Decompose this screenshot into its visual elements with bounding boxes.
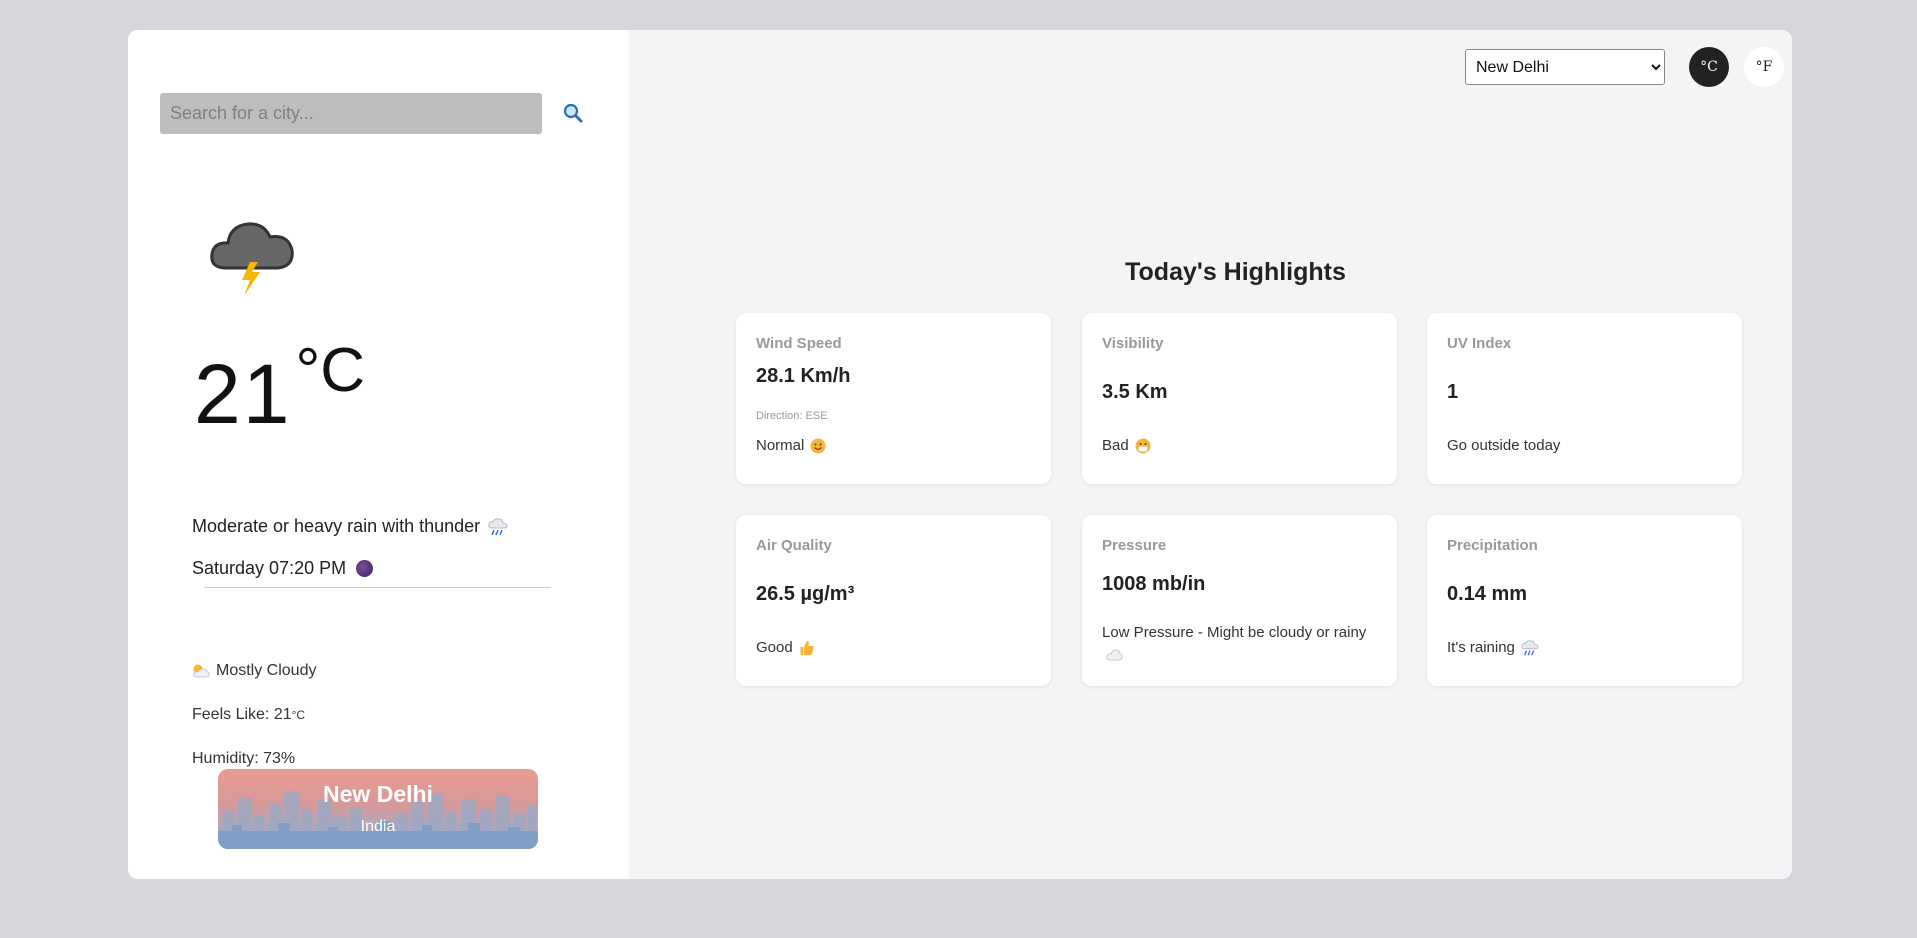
search-icon [563, 103, 583, 123]
date-time: Saturday 07:20 PM [192, 558, 374, 579]
city-select[interactable]: New Delhi [1465, 49, 1665, 85]
weather-condition: Moderate or heavy rain with thunder [192, 516, 508, 537]
card-status: Good [756, 637, 1026, 659]
card-label: Visibility [1102, 335, 1164, 352]
card-status: Go outside today [1447, 435, 1717, 457]
temperature-value: 21 [194, 347, 292, 441]
card-label: Precipitation [1447, 537, 1538, 554]
humidity-text: Humidity: 73% [192, 750, 296, 767]
highlights-panel: New Delhi °C °F Today's Highlights Wind … [629, 30, 1792, 879]
air-quality-card: Air Quality 26.5 µg/m³ Good [736, 515, 1051, 686]
sun-behind-cloud-icon [193, 664, 210, 678]
sky-condition: Mostly Cloudy [192, 662, 316, 680]
feels-like-unit: °C [291, 708, 306, 722]
current-weather-panel: 21 °C Moderate or heavy rain with thunde… [128, 30, 629, 879]
location-card: New Delhi India [218, 769, 538, 849]
card-value: 26.5 µg/m³ [756, 583, 855, 605]
feels-like-text: Feels Like: 21 [192, 706, 292, 723]
status-text: Bad [1102, 437, 1129, 454]
datetime-text: Saturday 07:20 PM [192, 558, 347, 578]
thunderstorm-cloud-icon [210, 222, 294, 296]
humidity: Humidity: 73% [192, 750, 295, 768]
weather-app: 21 °C Moderate or heavy rain with thunde… [128, 30, 1792, 879]
divider [204, 587, 551, 588]
smiling-face-icon [810, 438, 826, 454]
card-label: Air Quality [756, 537, 832, 554]
card-value: 28.1 Km/h [756, 365, 851, 387]
card-status: Bad [1102, 435, 1372, 457]
status-text: Low Pressure - Might be cloudy or rainy [1102, 624, 1367, 641]
rain-cloud-icon [1521, 640, 1539, 656]
wind-speed-card: Wind Speed 28.1 Km/h Direction: ESE Norm… [736, 313, 1051, 484]
uv-index-card: UV Index 1 Go outside today [1427, 313, 1742, 484]
status-text: Go outside today [1447, 437, 1561, 454]
card-label: Pressure [1102, 537, 1167, 554]
current-temperature: 21 °C [194, 340, 365, 441]
card-value: 1008 mb/in [1102, 573, 1206, 595]
search-button[interactable] [561, 102, 585, 126]
card-status: It's raining [1447, 637, 1717, 659]
status-text: Good [756, 639, 793, 656]
visibility-card: Visibility 3.5 Km Bad [1082, 313, 1397, 484]
moon-icon [356, 560, 374, 577]
card-value: 1 [1447, 381, 1459, 403]
status-text: It's raining [1447, 639, 1515, 656]
face-with-mask-icon [1135, 438, 1151, 454]
city-name: New Delhi [323, 781, 433, 807]
sky-text: Mostly Cloudy [216, 662, 317, 679]
card-status: Low Pressure - Might be cloudy or rainy [1102, 622, 1372, 666]
card-value: 0.14 mm [1447, 583, 1528, 605]
condition-text: Moderate or heavy rain with thunder [192, 516, 481, 536]
card-label: UV Index [1447, 335, 1512, 352]
status-text: Normal [756, 437, 805, 454]
card-label: Wind Speed [756, 335, 842, 352]
thumbs-up-icon [800, 641, 814, 655]
search-input[interactable] [160, 93, 542, 134]
card-status: Normal [756, 435, 1026, 457]
wind-direction: Direction: ESE [756, 410, 828, 422]
celsius-button[interactable]: °C [1689, 47, 1729, 87]
precipitation-card: Precipitation 0.14 mm It's raining [1427, 515, 1742, 686]
feels-like: Feels Like: 21 °C [192, 706, 305, 724]
highlights-title: Today's Highlights [1125, 258, 1346, 286]
fahrenheit-button[interactable]: °F [1744, 47, 1784, 87]
country-name: India [360, 818, 396, 835]
card-value: 3.5 Km [1102, 381, 1168, 403]
temperature-unit: °C [295, 336, 366, 405]
pressure-card: Pressure 1008 mb/in Low Pressure - Might… [1082, 515, 1397, 686]
rain-cloud-icon [488, 517, 508, 535]
cloud-icon [1106, 649, 1123, 661]
